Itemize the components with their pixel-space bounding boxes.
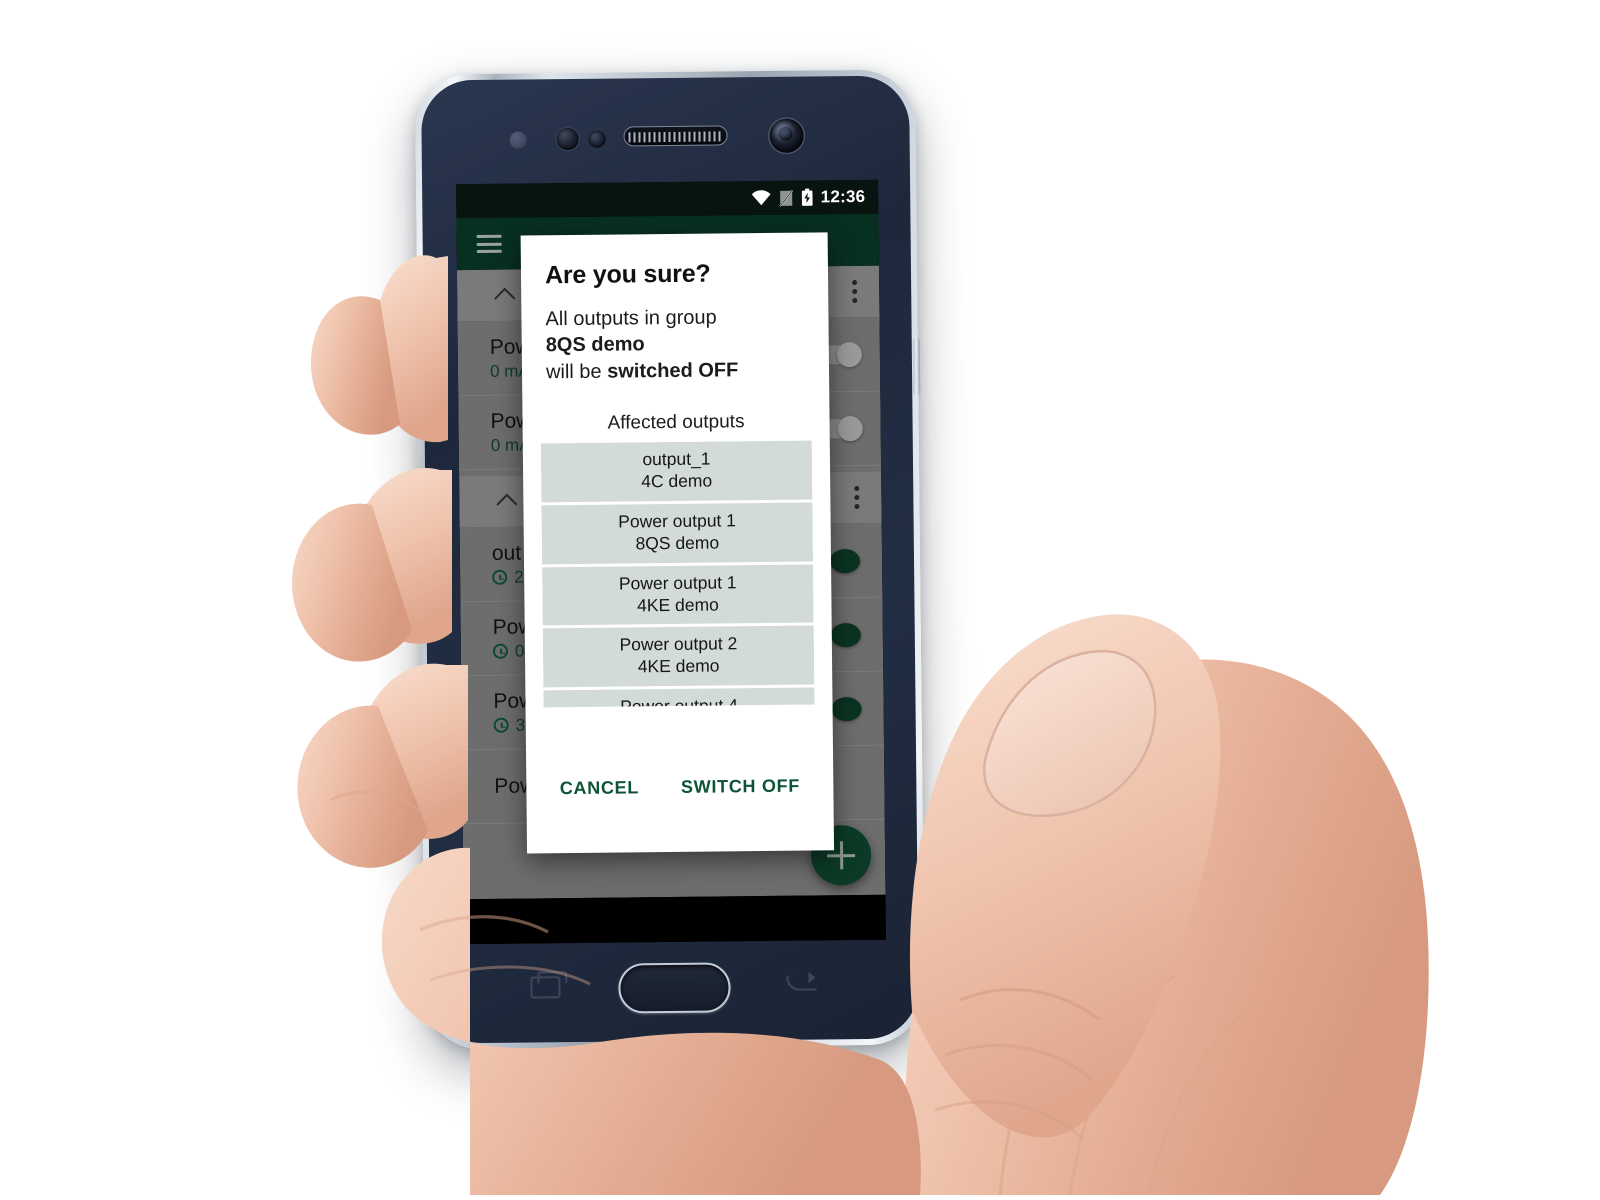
cancel-button[interactable]: CANCEL xyxy=(552,771,648,805)
affected-output-name: Power output 1 xyxy=(618,571,737,594)
output-row-subtitle-text: 3 xyxy=(515,715,526,735)
dialog-message-line-3-prefix: will be xyxy=(545,360,608,384)
output-row-subtitle: 2 xyxy=(492,567,524,587)
middle-finger-upper xyxy=(292,503,412,662)
screenshot-stage: 12:36 Pow 0 mA Pow 0 mA out 2 Pow 0 Pow … xyxy=(0,0,1600,1200)
no-sim-icon xyxy=(778,189,793,207)
kebab-menu-icon[interactable] xyxy=(852,280,858,304)
switch-off-button[interactable]: SWITCH OFF xyxy=(673,770,808,804)
chevron-up-icon[interactable] xyxy=(496,493,518,515)
dialog-title: Are you sure? xyxy=(544,259,711,290)
proximity-sensor-icon xyxy=(556,127,579,151)
hamburger-menu-icon[interactable] xyxy=(476,234,502,254)
output-status-led[interactable] xyxy=(830,622,861,647)
confirm-dialog: Are you sure? All outputs in group 8QS d… xyxy=(520,232,835,854)
recents-button[interactable] xyxy=(530,976,561,999)
palm xyxy=(904,659,1429,1195)
thumb xyxy=(909,614,1221,1138)
affected-output-name: Power output 4 xyxy=(620,695,738,708)
kebab-menu-icon[interactable] xyxy=(854,486,860,510)
affected-outputs-list[interactable]: output_1 4C demo Power output 1 8QS demo Pow… xyxy=(540,440,815,708)
output-row-subtitle-text: 2 xyxy=(514,567,524,587)
dialog-message-line-3: will be switched OFF xyxy=(546,356,805,385)
affected-outputs-label: Affected outputs xyxy=(607,411,745,434)
affected-output-group: 8QS demo xyxy=(635,532,720,554)
dialog-actions: CANCEL SWITCH OFF xyxy=(526,759,834,853)
affected-output-row: Power output 1 4KE demo xyxy=(542,564,814,626)
affected-output-group: 4KE demo xyxy=(637,594,719,615)
affected-output-name: output_1 xyxy=(642,448,711,470)
affected-output-name: Power output 1 xyxy=(618,510,737,532)
home-button[interactable] xyxy=(618,962,731,1014)
screen-bottom-black-bar xyxy=(463,894,886,945)
android-smartphone: 12:36 Pow 0 mA Pow 0 mA out 2 Pow 0 Pow … xyxy=(414,69,926,1050)
phone-front-panel: 12:36 Pow 0 mA Pow 0 mA out 2 Pow 0 Pow … xyxy=(420,75,920,1044)
ring-finger-upper xyxy=(297,705,428,868)
output-status-led[interactable] xyxy=(831,696,862,721)
affected-output-row: Power output 2 4KE demo xyxy=(542,625,815,688)
status-bar-clock: 12:36 xyxy=(820,186,866,207)
dialog-message-group-name: 8QS demo xyxy=(545,333,645,357)
light-sensor-icon xyxy=(509,131,527,149)
clock-icon xyxy=(492,643,509,659)
volume-up-button[interactable] xyxy=(415,304,423,359)
affected-output-row: output_1 4C demo xyxy=(540,440,813,503)
index-finger-upper xyxy=(310,296,400,435)
clock-icon xyxy=(493,717,509,733)
output-row-title: out xyxy=(491,541,522,565)
clock-icon xyxy=(492,569,508,585)
back-button[interactable] xyxy=(784,973,818,995)
affected-output-group: 4C demo xyxy=(641,470,713,492)
status-bar: 12:36 xyxy=(456,179,879,219)
chevron-up-icon[interactable] xyxy=(494,287,516,309)
phone-screen: 12:36 Pow 0 mA Pow 0 mA out 2 Pow 0 Pow … xyxy=(456,179,886,945)
affected-output-group: 4KE demo xyxy=(637,655,720,677)
output-row-subtitle-text: 0 xyxy=(514,641,525,661)
output-status-led[interactable] xyxy=(829,548,861,573)
affected-output-name: Power output 2 xyxy=(619,633,738,655)
dialog-message-line-3-bold: switched OFF xyxy=(607,359,739,383)
battery-charging-icon xyxy=(801,188,813,206)
front-camera xyxy=(769,118,804,153)
dialog-message-line-1: All outputs in group xyxy=(545,306,717,331)
wifi-icon xyxy=(751,190,771,206)
iris-sensor-icon xyxy=(588,130,606,148)
power-button[interactable] xyxy=(912,337,921,396)
affected-output-row: Power output 48QS demo xyxy=(543,687,815,708)
affected-output-row: Power output 1 8QS demo xyxy=(541,502,814,565)
earpiece-speaker xyxy=(623,125,728,147)
thumb-nail xyxy=(983,649,1157,818)
dialog-message: All outputs in group 8QS demo will be sw… xyxy=(521,287,829,385)
volume-down-button[interactable] xyxy=(416,374,424,429)
